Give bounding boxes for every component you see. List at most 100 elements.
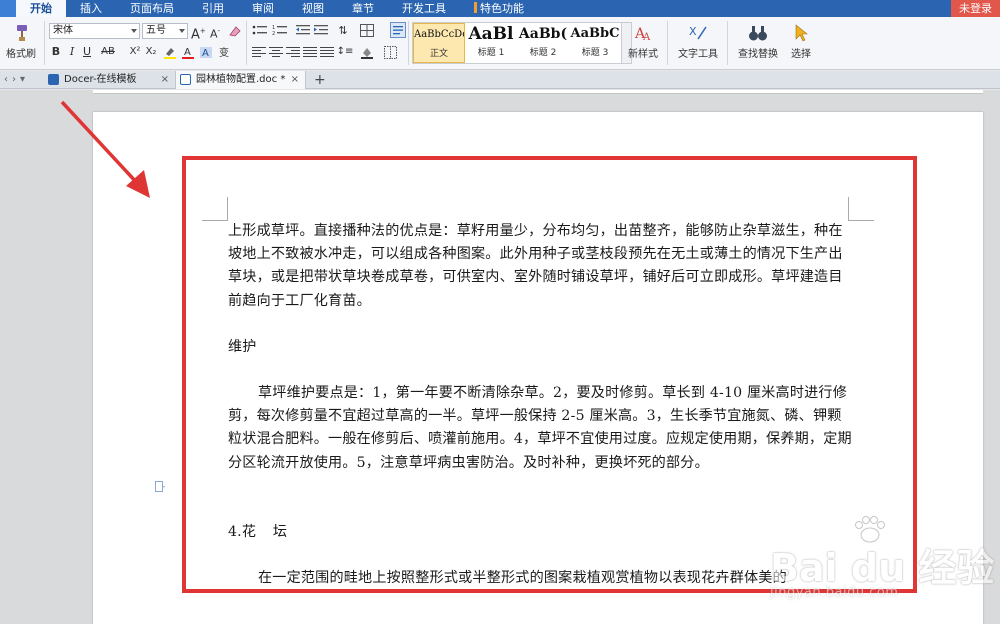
align-center-icon[interactable]	[269, 47, 283, 59]
distributed-align-icon[interactable]	[320, 47, 334, 59]
tab-section[interactable]: 章节	[338, 0, 388, 17]
style-sample: AaBbCcDd	[414, 29, 465, 40]
char-shading-icon[interactable]: A	[199, 46, 213, 59]
line-spacing-button[interactable]: ↕≡	[336, 44, 354, 60]
style-name: 标题 3	[581, 48, 609, 58]
tab-review[interactable]: 审阅	[238, 0, 288, 17]
style-heading-1[interactable]: AaBl 标题 1	[465, 23, 517, 63]
fill-color-icon[interactable]	[360, 46, 374, 59]
chevron-down-icon	[131, 29, 137, 33]
underline-button[interactable]: U	[81, 44, 93, 60]
font-color-icon[interactable]: A	[181, 46, 195, 59]
paragraph-flowerbed: 在一定范围的畦地上按照整形式或半整形式的图案栽植观赏植物以表现花卉群体美的	[258, 570, 787, 587]
close-icon[interactable]: ×	[161, 71, 169, 89]
svg-text:A: A	[184, 47, 191, 58]
new-style-label: 新样式	[628, 49, 658, 60]
ribbon-separator	[727, 21, 728, 65]
tab-navigation[interactable]: ‹›▾	[0, 74, 44, 85]
paragraph-settings-icon[interactable]	[390, 22, 406, 38]
new-style-icon: AA	[634, 26, 651, 43]
document-tab-bar: ‹›▾ Docer-在线模板 × 园林植物配置.doc * × +	[0, 70, 1000, 89]
strikethrough-button[interactable]: AB	[101, 44, 115, 60]
style-name: 标题 2	[529, 48, 557, 58]
format-painter-button[interactable]: 格式刷	[6, 23, 36, 60]
style-heading-2[interactable]: AaBb( 标题 2	[517, 23, 569, 63]
doc-tab-docer[interactable]: Docer-在线模板 ×	[44, 70, 176, 89]
paragraph-marker-icon[interactable]	[155, 481, 165, 492]
find-replace-button[interactable]: 查找替换	[735, 23, 781, 60]
tab-special-features[interactable]: 特色功能	[460, 0, 538, 17]
text-tools-button[interactable]: X 文字工具	[676, 23, 720, 60]
align-right-icon[interactable]	[286, 47, 300, 59]
numbered-list-icon[interactable]: 12	[272, 24, 288, 37]
doc-tab-label: Docer-在线模板	[64, 73, 137, 85]
shrink-font-button[interactable]: A-	[208, 23, 222, 41]
clear-format-icon[interactable]	[228, 25, 242, 38]
paragraph-lawn-seeding: 上形成草坪。直接播种法的优点是：草籽用量少，分布均匀，出苗整齐，能够防止杂草滋生…	[228, 223, 843, 309]
font-size-select[interactable]: 五号	[142, 23, 188, 39]
italic-button[interactable]: I	[66, 44, 78, 60]
ribbon-separator	[246, 21, 247, 65]
ribbon-separator	[408, 21, 409, 65]
previous-page-edge	[93, 90, 983, 94]
login-button[interactable]: 未登录	[951, 0, 1000, 17]
style-name: 正文	[429, 49, 448, 59]
tab-view[interactable]: 视图	[288, 0, 338, 17]
new-style-button[interactable]: AA 新样式	[626, 23, 660, 60]
style-heading-3[interactable]: AaBbC 标题 3	[569, 23, 621, 63]
find-replace-label: 查找替换	[738, 49, 778, 60]
select-button[interactable]: 选择	[786, 23, 816, 60]
tab-insert[interactable]: 插入	[66, 0, 116, 17]
tab-page-layout[interactable]: 页面布局	[116, 0, 188, 17]
new-tab-button[interactable]: +	[306, 72, 334, 88]
align-left-icon[interactable]	[252, 47, 266, 59]
svg-text:2: 2	[272, 31, 275, 37]
border-icon[interactable]	[384, 46, 397, 59]
bullet-list-icon[interactable]	[252, 24, 268, 37]
superscript-button[interactable]: X²	[128, 44, 142, 60]
font-size-value: 五号	[146, 25, 166, 36]
menu-bar: 开始 插入 页面布局 引用 审阅 视图 章节 开发工具 特色功能 未登录	[0, 0, 1000, 17]
select-label: 选择	[791, 49, 811, 60]
highlight-icon[interactable]	[163, 46, 177, 59]
doc-tab-current[interactable]: 园林植物配置.doc * ×	[176, 70, 306, 89]
text-tools-label: 文字工具	[678, 49, 718, 60]
decrease-indent-icon[interactable]	[296, 24, 310, 37]
font-family-select[interactable]: 宋体	[49, 23, 140, 39]
justify-icon[interactable]	[303, 47, 317, 59]
tab-home[interactable]: 开始	[16, 0, 66, 17]
subscript-button[interactable]: X₂	[144, 44, 158, 60]
chevron-down-icon	[179, 29, 185, 33]
style-normal[interactable]: AaBbCcDd 正文	[413, 23, 465, 63]
text-tools-icon: X	[689, 25, 707, 40]
format-painter-label: 格式刷	[6, 49, 36, 60]
cursor-arrow-icon	[795, 24, 808, 42]
crop-mark-top-right	[848, 197, 874, 221]
ribbon-separator	[667, 21, 668, 65]
red-arrow-annotation	[60, 100, 150, 198]
ribbon-toolbar: 格式刷 宋体 五号 A+ A- B I U AB X² X₂ A A 变 12 …	[0, 17, 1000, 70]
grow-font-button[interactable]: A+	[191, 23, 206, 42]
app-menu-button[interactable]	[0, 0, 16, 17]
crop-mark-top-left	[202, 197, 228, 221]
table-grid-icon[interactable]	[360, 24, 374, 37]
char-border-icon[interactable]: 变	[217, 46, 231, 59]
bold-button[interactable]: B	[50, 44, 62, 60]
sort-button[interactable]: ⇅	[336, 23, 350, 39]
watermark-brand: Bai du 经验	[770, 546, 995, 590]
style-sample: AaBb(	[518, 26, 568, 42]
heading-flowerbed: 4.花 坛	[228, 523, 288, 540]
baidu-watermark: Bai du 经验 jingyan.baidu.com	[770, 515, 1000, 624]
ribbon-separator	[44, 21, 45, 65]
docer-icon	[48, 74, 59, 85]
document-body[interactable]: 上形成草坪。直接播种法的优点是：草籽用量少，分布均匀，出苗整齐，能够防止杂草滋生…	[228, 220, 853, 590]
tab-developer[interactable]: 开发工具	[388, 0, 460, 17]
tab-references[interactable]: 引用	[188, 0, 238, 17]
close-icon[interactable]: ×	[291, 71, 299, 89]
increase-indent-icon[interactable]	[314, 24, 328, 37]
paintbrush-icon	[17, 25, 27, 41]
document-icon	[180, 74, 191, 85]
